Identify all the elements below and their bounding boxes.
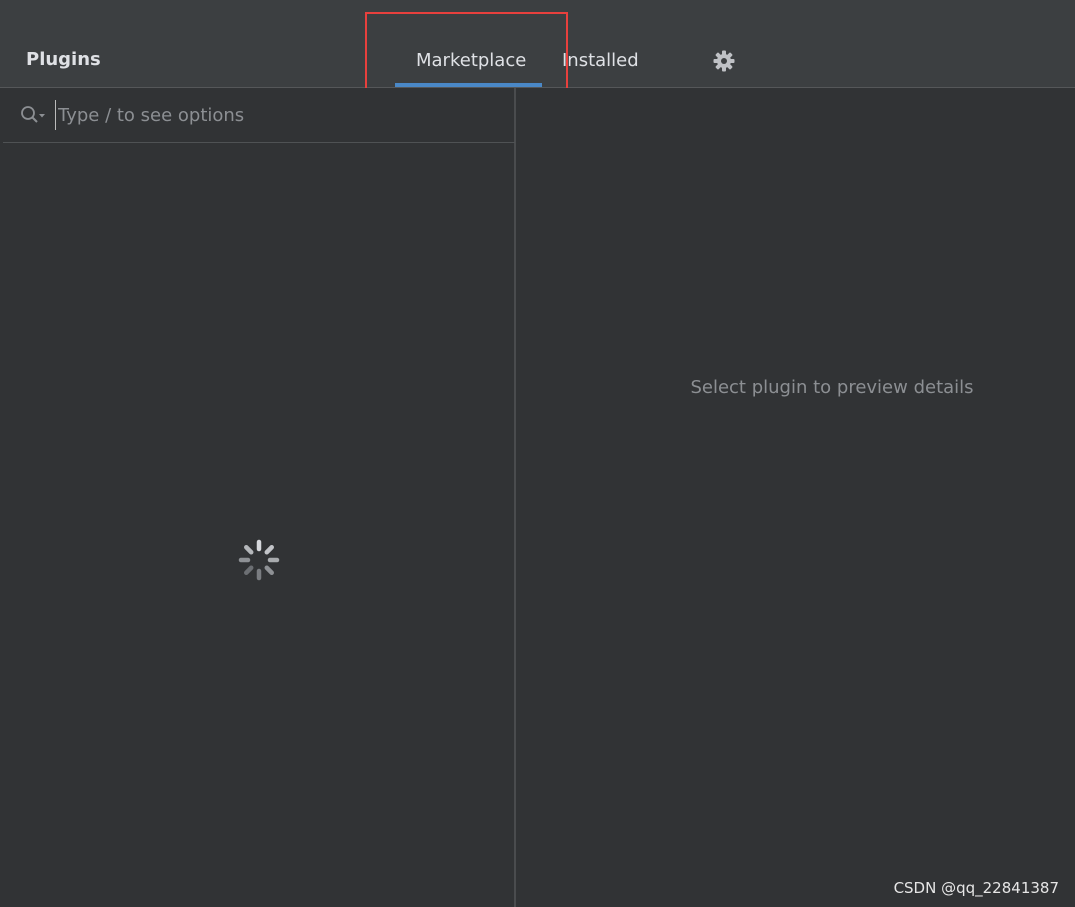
tab-marketplace[interactable]: Marketplace xyxy=(416,49,526,73)
search-bar xyxy=(3,88,515,143)
plugin-list-panel xyxy=(0,88,516,907)
page-title: Plugins xyxy=(26,49,101,70)
gear-icon[interactable] xyxy=(712,49,736,73)
plugin-details-panel: Select plugin to preview details xyxy=(516,88,1075,907)
plugins-header: Plugins Marketplace Installed xyxy=(0,0,1075,88)
search-input[interactable] xyxy=(55,100,498,130)
tab-installed[interactable]: Installed xyxy=(562,49,639,73)
empty-details-message: Select plugin to preview details xyxy=(690,377,974,398)
spinner-icon xyxy=(237,538,281,582)
selected-tab-indicator xyxy=(395,83,542,87)
watermark: CSDN @qq_22841387 xyxy=(893,879,1059,897)
search-icon[interactable] xyxy=(20,105,48,127)
plugins-window: Plugins Marketplace Installed Type / to … xyxy=(0,0,1075,907)
